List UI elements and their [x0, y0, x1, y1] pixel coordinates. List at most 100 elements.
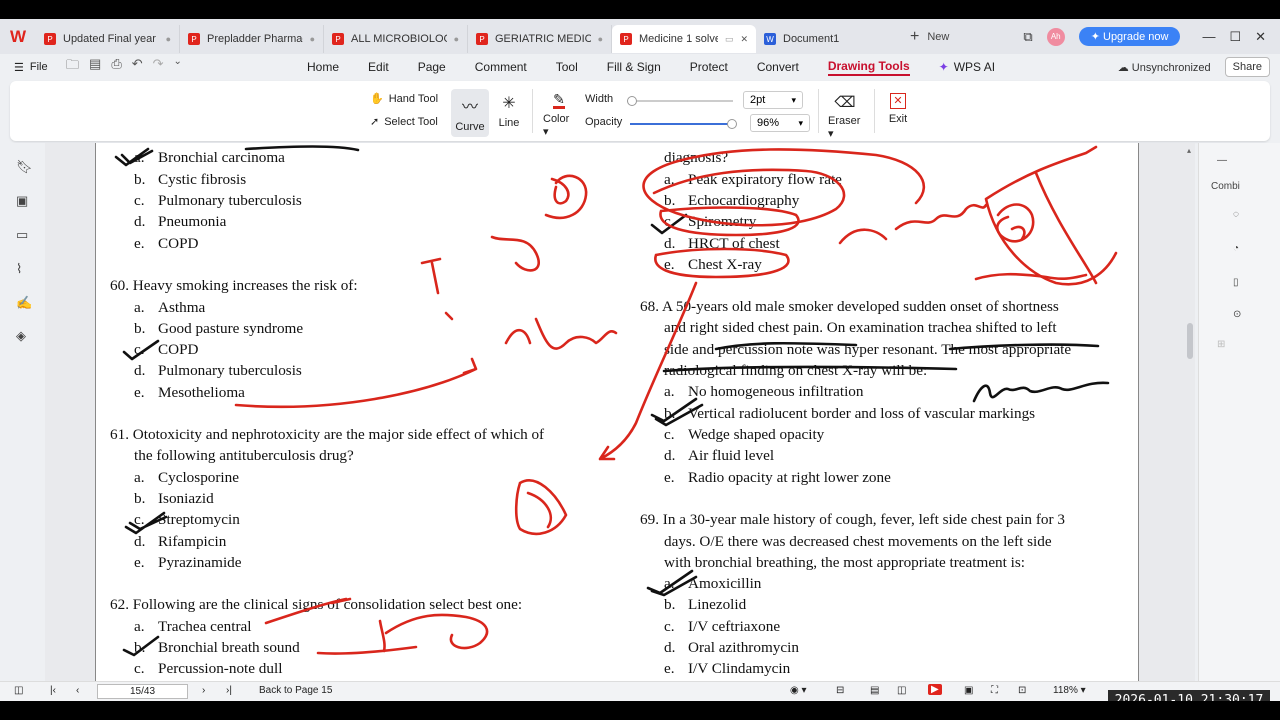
- menu-page[interactable]: Page: [418, 60, 446, 74]
- line-tool-button[interactable]: ✳ Line: [494, 89, 524, 133]
- fit-width-icon[interactable]: ⊟: [836, 685, 844, 696]
- menu-fill-sign[interactable]: Fill & Sign: [607, 60, 661, 74]
- tab-0[interactable]: P Updated Final year M ●: [36, 25, 180, 53]
- upgrade-button[interactable]: ✦ Upgrade now: [1078, 27, 1181, 46]
- color-label: Color ▾: [543, 113, 570, 138]
- grid-icon[interactable]: ⊞: [1217, 339, 1225, 350]
- tab-3[interactable]: P GERIATRIC MEDICINE W ●: [468, 25, 612, 53]
- pen-color-icon: ✎: [553, 91, 565, 109]
- tab-5[interactable]: W Document1: [756, 25, 900, 53]
- q59-option-d: d. Pneumonia: [134, 213, 227, 230]
- scroll-up-icon[interactable]: ▴: [1187, 146, 1191, 155]
- opacity-select[interactable]: 96% ▾: [750, 114, 810, 132]
- menu-edit[interactable]: Edit: [368, 60, 389, 74]
- tab-1[interactable]: P Prepladder Pharmaco ●: [180, 25, 324, 53]
- attachment-icon[interactable]: ⌇: [16, 261, 30, 276]
- single-page-icon[interactable]: ▤: [870, 685, 879, 696]
- print-icon[interactable]: ⎙: [111, 56, 121, 78]
- two-page-icon[interactable]: ◫: [897, 685, 906, 696]
- exit-drawing-button[interactable]: ✕ Exit: [883, 89, 913, 129]
- screen-icon[interactable]: ▭: [725, 34, 734, 45]
- share-button[interactable]: Share: [1224, 57, 1270, 77]
- first-page-icon[interactable]: |‹: [50, 685, 56, 696]
- q69-option-e: e. I/V Clindamycin: [664, 660, 791, 677]
- undo-icon[interactable]: ↶: [132, 56, 143, 78]
- q59-option-b: b. Cystic fibrosis: [134, 171, 247, 188]
- redo-icon[interactable]: ↷: [153, 56, 164, 78]
- minimize-icon[interactable]: —: [1202, 29, 1215, 44]
- tab-status-dot: ●: [309, 34, 315, 44]
- black-ink: [114, 145, 1110, 657]
- back-to-page-link[interactable]: Back to Page 15: [259, 685, 332, 696]
- read-mode-icon[interactable]: ⊡: [1018, 685, 1026, 696]
- layers-icon[interactable]: ◈: [16, 328, 30, 343]
- menu-drawing-tools[interactable]: Drawing Tools: [827, 59, 910, 76]
- chevron-down-icon[interactable]: ⌄: [174, 56, 182, 78]
- hand-tool-button[interactable]: ✋ Hand Tool: [370, 92, 438, 106]
- scrollbar-thumb[interactable]: [1187, 323, 1193, 359]
- page-view-icon[interactable]: ▣: [964, 685, 973, 696]
- fullscreen-icon[interactable]: ⛶: [991, 685, 998, 696]
- opacity-slider[interactable]: [630, 119, 737, 129]
- save-icon[interactable]: ▤: [89, 56, 101, 78]
- signature-icon[interactable]: ✍: [16, 295, 32, 310]
- menu-protect[interactable]: Protect: [690, 60, 728, 74]
- bookmark-icon[interactable]: 🔖︎: [16, 159, 33, 174]
- collapse-panel-icon[interactable]: —: [1217, 155, 1227, 166]
- file-label: File: [29, 61, 48, 73]
- next-page-icon[interactable]: ›: [202, 685, 205, 696]
- eraser-button[interactable]: ⌫ Eraser ▾: [825, 89, 865, 144]
- width-select[interactable]: 2pt ▾: [743, 91, 803, 109]
- tab-status-dot: ●: [453, 34, 459, 44]
- prev-page-icon[interactable]: ‹: [76, 685, 79, 696]
- eye-icon[interactable]: ◉ ▾: [790, 685, 807, 696]
- maximize-icon[interactable]: ☐: [1229, 29, 1241, 45]
- opacity-slider-knob[interactable]: [726, 119, 737, 129]
- panel-tool-icon[interactable]: ▯: [1233, 277, 1239, 288]
- sidebar-toggle-icon[interactable]: ◫: [14, 685, 23, 696]
- window-restore-icon[interactable]: ⧉: [1023, 29, 1032, 45]
- new-tab-button[interactable]: + New: [910, 28, 949, 46]
- q60-option-c: c. COPD: [134, 341, 199, 358]
- zoom-level[interactable]: 118% ▾: [1053, 685, 1086, 696]
- q60-option-e: e. Mesothelioma: [134, 384, 245, 401]
- file-menu[interactable]: ☰ File: [14, 61, 48, 74]
- drawing-tools-ribbon: ✋ Hand Tool ➚ Select Tool 〰 Curve ✳ Line ✎ Co…: [10, 81, 1270, 141]
- thumbnail-icon[interactable]: ▣: [16, 193, 30, 208]
- curve-tool-button[interactable]: 〰 Curve: [451, 89, 489, 137]
- color-picker-button[interactable]: ✎ Color ▾: [540, 89, 578, 142]
- menu-wps-ai[interactable]: ✦ WPS AI: [939, 60, 995, 74]
- location-icon[interactable]: ⊙: [1233, 309, 1241, 320]
- sync-status[interactable]: ☁ Unsynchronized: [1118, 61, 1211, 74]
- page-number-input[interactable]: 15/43: [97, 684, 188, 699]
- tab-4-active[interactable]: P Medicine 1 solve ▭ ✕: [612, 25, 756, 53]
- tab-title: Updated Final year M: [63, 33, 159, 45]
- q67-option-b: b. Echocardiography: [664, 192, 800, 209]
- comment-icon[interactable]: ▭: [16, 227, 30, 242]
- width-slider[interactable]: [627, 96, 733, 106]
- pdf-page[interactable]: a. Bronchial carcinoma b. Cystic fibrosis …: [95, 143, 1139, 681]
- q61-option-b: b. Isoniazid: [134, 490, 214, 507]
- tab-title: Medicine 1 solve: [639, 33, 718, 45]
- menu-home[interactable]: Home: [307, 60, 339, 74]
- vertical-scrollbar[interactable]: ▴: [1184, 143, 1196, 681]
- pdf-icon: P: [620, 33, 632, 45]
- panel-tool-icon[interactable]: ◌: [1233, 209, 1239, 220]
- q68-option-e: e. Radio opacity at right lower zone: [664, 469, 891, 486]
- select-tool-button[interactable]: ➚ Select Tool: [370, 115, 438, 129]
- document-viewport[interactable]: a. Bronchial carcinoma b. Cystic fibrosis …: [45, 143, 1195, 681]
- menu-tool[interactable]: Tool: [556, 60, 578, 74]
- panel-tool-icon[interactable]: ◔: [1233, 243, 1239, 254]
- last-page-icon[interactable]: ›|: [226, 685, 232, 696]
- menu-comment[interactable]: Comment: [475, 60, 527, 74]
- tab-2[interactable]: P ALL MICROBIOLOGY : ●: [324, 25, 468, 53]
- menu-convert[interactable]: Convert: [757, 60, 799, 74]
- play-icon[interactable]: ▶: [928, 684, 942, 695]
- close-window-icon[interactable]: ✕: [1255, 29, 1266, 45]
- avatar[interactable]: Ah: [1046, 27, 1065, 46]
- width-slider-knob[interactable]: [627, 96, 637, 106]
- wps-logo-icon[interactable]: W: [0, 19, 36, 54]
- close-tab-icon[interactable]: ✕: [740, 34, 748, 45]
- open-folder-icon[interactable]: 🗀: [66, 56, 79, 78]
- q67-option-c: c. Spirometry: [664, 213, 757, 230]
